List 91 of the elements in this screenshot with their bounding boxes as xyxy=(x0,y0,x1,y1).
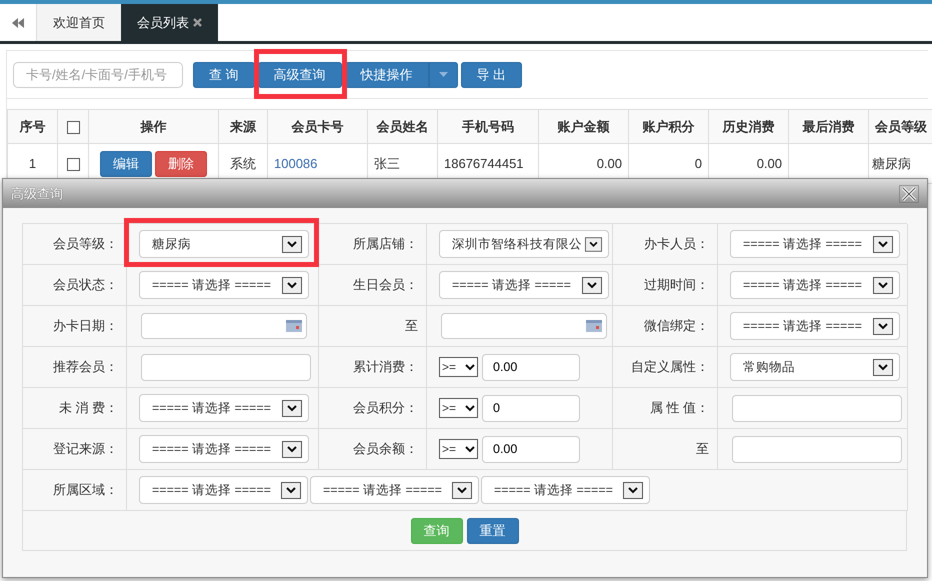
toolbar-button[interactable]: 导 出 xyxy=(460,62,522,88)
select-field[interactable]: 常购物品 xyxy=(730,353,900,381)
chevron-icon xyxy=(452,482,472,498)
field-label: 过期时间： xyxy=(613,265,718,306)
field-label: 办卡人员： xyxy=(613,224,718,265)
operator-select[interactable]: >= xyxy=(439,439,478,459)
delete-button[interactable]: 删除 xyxy=(155,150,207,176)
chevron-icon xyxy=(282,440,302,458)
checkbox[interactable] xyxy=(66,120,80,134)
date-field[interactable] xyxy=(141,313,307,339)
chevron-icon xyxy=(465,404,475,412)
input-field[interactable]: 0.00 xyxy=(482,436,580,462)
column-header: 序号 xyxy=(8,110,58,144)
field-label: 登记来源： xyxy=(23,429,127,470)
column-header: 会员卡号 xyxy=(268,110,368,144)
close-button[interactable] xyxy=(899,184,919,204)
toolbar-button[interactable]: 查 询 xyxy=(193,62,255,88)
chevron-icon xyxy=(623,482,643,498)
field-label: 属 性 值： xyxy=(613,388,718,429)
field-label: 所属店铺： xyxy=(319,224,427,265)
chevron-icon xyxy=(465,446,475,452)
chevron-icon xyxy=(582,276,602,294)
select-field[interactable]: ===== 请选择 ===== xyxy=(730,312,900,340)
select-field[interactable]: ===== 请选择 ===== xyxy=(310,476,479,504)
select-field[interactable]: ===== 请选择 ===== xyxy=(139,394,309,422)
column-header: 操作 xyxy=(88,110,218,144)
field-label: 推荐会员： xyxy=(23,347,127,388)
double-left-icon xyxy=(12,18,24,28)
field-label: 至 xyxy=(319,306,427,347)
chevron-icon xyxy=(585,236,602,252)
column-header: 会员姓名 xyxy=(368,110,438,144)
card-link[interactable]: 100086 xyxy=(274,156,318,171)
reset-button[interactable]: 重置 xyxy=(466,518,518,544)
field-label: 微信绑定： xyxy=(613,306,718,347)
field-label: 未 消 费： xyxy=(23,388,127,429)
quick-actions-button[interactable]: 快捷操作 xyxy=(344,62,429,88)
field-label: 会员积分： xyxy=(319,388,427,429)
select-field[interactable]: ===== 请选择 ===== xyxy=(730,230,900,258)
select-field[interactable]: ===== 请选择 ===== xyxy=(139,271,309,299)
field-label: 自定义属性： xyxy=(613,347,718,388)
dialog-title: 高级查询 xyxy=(11,184,63,203)
date-field[interactable] xyxy=(441,313,607,339)
field-label: 办卡日期： xyxy=(23,306,127,347)
field-label: 生日会员： xyxy=(319,265,427,306)
column-header: 会员等级 xyxy=(868,110,932,144)
close-icon xyxy=(899,185,919,204)
calendar-icon xyxy=(586,320,602,332)
edit-button[interactable]: 编辑 xyxy=(100,150,152,176)
select-field[interactable]: ===== 请选择 ===== xyxy=(730,271,900,299)
chevron-icon xyxy=(281,482,301,498)
chevron-icon xyxy=(873,276,893,294)
operator-select[interactable]: >= xyxy=(439,357,478,377)
field-label: 所属区域： xyxy=(23,470,127,511)
field-label: 会员等级： xyxy=(23,224,127,265)
select-field[interactable]: ===== 请选择 ===== xyxy=(439,271,609,299)
input-field[interactable] xyxy=(141,354,311,380)
chevron-icon xyxy=(873,358,893,376)
input-field[interactable]: 0.00 xyxy=(482,354,580,380)
select-field[interactable]: 糖尿病 xyxy=(139,230,309,258)
select-field[interactable]: ===== 请选择 ===== xyxy=(481,476,650,504)
select-field[interactable]: ===== 请选择 ===== xyxy=(139,435,309,463)
input-field[interactable]: 0 xyxy=(482,394,580,422)
input-field[interactable] xyxy=(732,436,902,462)
caret-icon xyxy=(438,72,448,77)
select-field[interactable]: 深圳市智络科技有限公 xyxy=(439,230,609,258)
chevron-icon xyxy=(282,400,302,416)
field-label: 会员余额： xyxy=(319,429,427,470)
select-field[interactable]: ===== 请选择 ===== xyxy=(139,476,308,504)
search-field[interactable]: 卡号/姓名/卡面号/手机号 xyxy=(13,62,183,88)
chevron-icon xyxy=(873,318,893,334)
operator-select[interactable]: >= xyxy=(439,398,478,418)
checkbox[interactable] xyxy=(66,158,80,171)
dropdown-toggle[interactable] xyxy=(428,62,458,88)
column-header: 手机号码 xyxy=(438,110,538,144)
input-field[interactable] xyxy=(732,394,902,422)
chevron-icon xyxy=(873,236,893,252)
chevron-icon xyxy=(282,276,302,294)
column-header: 账户金额 xyxy=(538,110,628,144)
column-header: 历史消费 xyxy=(708,110,788,144)
field-label: 会员状态： xyxy=(23,265,127,306)
tab[interactable]: 欢迎首页 xyxy=(36,4,121,41)
calendar-icon xyxy=(286,320,302,332)
chevron-icon xyxy=(465,364,475,370)
column-header: 最后消费 xyxy=(788,110,868,144)
tab[interactable]: 会员列表 xyxy=(121,4,218,41)
field-label: 累计消费： xyxy=(319,347,427,388)
field-label: 至 xyxy=(613,429,718,470)
toolbar-button[interactable]: 高级查询 xyxy=(258,62,342,88)
chevron-icon xyxy=(282,236,302,252)
column-header: 来源 xyxy=(218,110,268,144)
column-header: 账户积分 xyxy=(628,110,708,144)
